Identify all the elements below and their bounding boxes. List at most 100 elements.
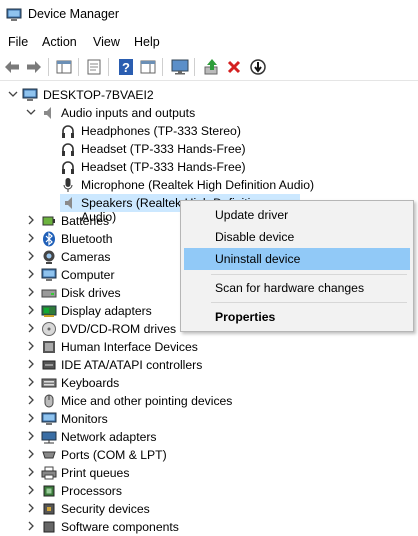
tree-group-mice[interactable]: Mice and other pointing devices [0,392,260,410]
chevron-right-icon[interactable] [26,485,36,495]
menu-item-scan-hardware[interactable]: Scan for hardware changes [184,277,410,299]
chevron-right-icon[interactable] [26,431,36,441]
tree-group-audio[interactable]: Audio inputs and outputs [0,104,300,122]
menu-file[interactable]: File [8,35,28,49]
chevron-right-icon[interactable] [26,503,36,513]
tree-group-computer[interactable]: Computer [0,266,180,284]
category-label: Software components [61,520,179,534]
chevron-right-icon[interactable] [26,449,36,459]
computer-icon [22,88,38,101]
category-label: Batteries [61,214,110,228]
category-label: Mice and other pointing devices [61,394,233,408]
tree-group-ports[interactable]: Ports (COM & LPT) [0,446,260,464]
menu-action[interactable]: Action [42,35,77,49]
device-label: Headset (TP-333 Hands-Free) [81,160,246,174]
device-item[interactable]: Microphone (Realtek High Definition Audi… [0,176,314,194]
tree-group-bluetooth[interactable]: Bluetooth [0,230,180,248]
chevron-right-icon[interactable] [26,395,36,405]
category-label: Human Interface Devices [61,340,198,354]
chevron-down-icon[interactable] [8,89,18,99]
chevron-right-icon[interactable] [26,323,36,333]
monitor-icon[interactable] [170,57,190,77]
tree-group-processors[interactable]: Processors [0,482,260,500]
chevron-right-icon[interactable] [26,413,36,423]
chevron-right-icon[interactable] [26,467,36,477]
tree-group-display-adapters[interactable]: Display adapters [0,302,180,320]
microphone-icon [63,178,73,192]
headset-icon [62,143,74,156]
tree-group-print-queues[interactable]: Print queues [0,464,260,482]
menu-item-uninstall-device[interactable]: Uninstall device [184,248,410,270]
device-label: Microphone (Realtek High Definition Audi… [81,178,315,192]
tree-group-software-components[interactable]: Software components [0,518,260,536]
category-label: Security devices [61,502,150,516]
category-label: Network adapters [61,430,157,444]
headphones-icon [62,125,74,138]
uninstall-icon[interactable] [224,57,244,77]
device-label: Headset (TP-333 Hands-Free) [81,142,246,156]
menu-item-label: Update driver [215,208,289,222]
tree-group-security-devices[interactable]: Security devices [0,500,260,518]
menu-item-properties[interactable]: Properties [184,306,410,328]
chevron-right-icon[interactable] [26,377,36,387]
show-hide-tree-icon[interactable] [54,57,74,77]
category-label: Bluetooth [61,232,113,246]
back-icon[interactable] [2,57,22,77]
window-title: Device Manager [28,7,120,21]
processor-icon [43,485,55,497]
category-label: Cameras [61,250,111,264]
menu-item-disable-device[interactable]: Disable device [184,226,410,248]
disable-icon[interactable] [248,57,268,77]
monitor-icon [41,268,57,281]
chevron-right-icon[interactable] [26,287,36,297]
security-device-icon [43,503,55,515]
device-item[interactable]: Headphones (TP-333 Stereo) [0,122,300,140]
menu-view[interactable]: View [93,35,120,49]
tree-group-batteries[interactable]: Batteries [0,212,180,230]
software-component-icon [43,521,55,533]
chevron-right-icon[interactable] [26,269,36,279]
chevron-right-icon[interactable] [26,521,36,531]
keyboard-icon [41,378,57,388]
menu-item-update-driver[interactable]: Update driver [184,204,410,226]
properties-icon[interactable] [84,57,104,77]
tree-group-hid[interactable]: Human Interface Devices [0,338,260,356]
device-item[interactable]: Headset (TP-333 Hands-Free) [0,140,300,158]
tree-group-dvd-drives[interactable]: DVD/CD-ROM drives [0,320,180,338]
toolbar-separator [48,58,49,76]
chevron-right-icon[interactable] [26,251,36,261]
tree-group-ide[interactable]: IDE ATA/ATAPI controllers [0,356,260,374]
chevron-right-icon[interactable] [26,341,36,351]
menu-help[interactable]: Help [134,35,160,49]
tree-group-disk-drives[interactable]: Disk drives [0,284,180,302]
tree-group-cameras[interactable]: Cameras [0,248,180,266]
chevron-right-icon[interactable] [26,305,36,315]
chevron-right-icon[interactable] [26,233,36,243]
mouse-icon [44,394,54,408]
menu-bar: File Action View Help [0,32,418,52]
update-driver-icon[interactable] [202,57,222,77]
disk-drive-icon [41,289,57,298]
chevron-down-icon[interactable] [26,107,36,117]
forward-icon[interactable] [24,57,44,77]
display-adapter-icon [41,305,57,317]
camera-icon [43,250,55,264]
device-item[interactable]: Headset (TP-333 Hands-Free) [0,158,300,176]
computer-name: DESKTOP-7BVAEI2 [43,88,154,102]
tree-group-keyboards[interactable]: Keyboards [0,374,260,392]
category-label: Keyboards [61,376,120,390]
battery-icon [42,216,55,226]
tree-group-monitors[interactable]: Monitors [0,410,260,428]
menu-item-label: Properties [215,310,276,324]
tree-root[interactable]: DESKTOP-7BVAEI2 [0,86,300,104]
ide-controller-icon [42,360,56,370]
tree-group-network-adapters[interactable]: Network adapters [0,428,260,446]
chevron-right-icon[interactable] [26,359,36,369]
help-icon[interactable]: ? [116,57,136,77]
category-label: Computer [61,268,115,282]
category-label: Display adapters [61,304,152,318]
svg-text:?: ? [122,60,130,75]
category-label: Ports (COM & LPT) [61,448,167,462]
chevron-right-icon[interactable] [26,215,36,225]
action-pane-icon[interactable] [138,57,158,77]
